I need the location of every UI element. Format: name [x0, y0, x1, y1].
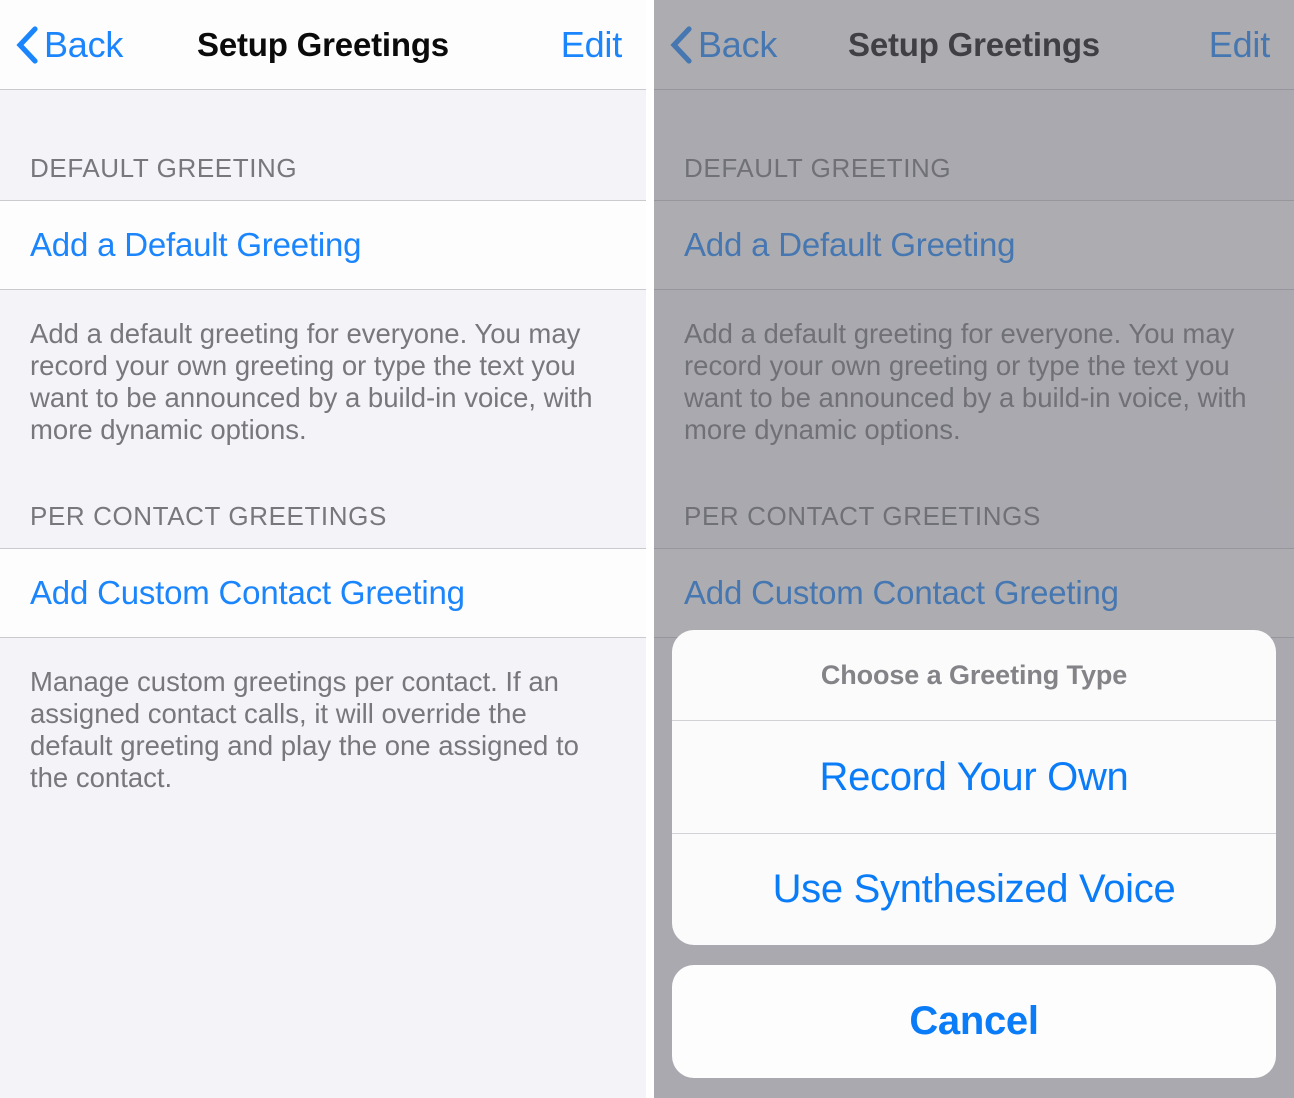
section-header-default-greeting: DEFAULT GREETING [684, 153, 952, 183]
default-greeting-footnote: Add a default greeting for everyone. You… [684, 318, 1247, 445]
edit-button-dimmed: Edit [1208, 23, 1270, 65]
phone-screen-left: Back Setup Greetings Edit DEFAULT GREETI… [0, 0, 646, 1098]
per-contact-greetings-footnote: Manage custom greetings per contact. If … [30, 666, 579, 793]
action-sheet-group: Choose a Greeting Type Record Your Own U… [672, 630, 1276, 945]
section-header-per-contact-greetings: PER CONTACT GREETINGS [684, 501, 1041, 531]
screenshot-stage: Back Setup Greetings Edit DEFAULT GREETI… [0, 0, 1294, 1098]
section-header-per-contact-greetings: PER CONTACT GREETINGS [30, 501, 387, 531]
section-header-default-greeting: DEFAULT GREETING [30, 153, 298, 183]
use-synthesized-voice-button[interactable]: Use Synthesized Voice [672, 833, 1276, 945]
add-custom-contact-greeting-label: Add Custom Contact Greeting [684, 574, 1119, 611]
add-custom-contact-greeting-row[interactable]: Add Custom Contact Greeting [0, 548, 646, 638]
action-sheet-title: Choose a Greeting Type [672, 630, 1276, 721]
add-default-greeting-label: Add a Default Greeting [30, 226, 362, 263]
cancel-button[interactable]: Cancel [672, 965, 1276, 1078]
add-default-greeting-row[interactable]: Add a Default Greeting [0, 200, 646, 290]
add-custom-contact-greeting-label: Add Custom Contact Greeting [30, 574, 465, 611]
add-custom-contact-greeting-row-dimmed: Add Custom Contact Greeting [654, 548, 1294, 638]
settings-list-left: DEFAULT GREETING Add a Default Greeting … [0, 90, 646, 794]
record-your-own-button[interactable]: Record Your Own [672, 721, 1276, 833]
phone-screen-right: Back Setup Greetings Edit DEFAULT GREETI… [654, 0, 1294, 1098]
add-default-greeting-label: Add a Default Greeting [684, 226, 1016, 263]
edit-button[interactable]: Edit [561, 0, 622, 89]
page-title: Setup Greetings [197, 25, 449, 63]
page-title: Setup Greetings [848, 25, 1100, 63]
add-default-greeting-row-dimmed: Add a Default Greeting [654, 200, 1294, 290]
default-greeting-footnote: Add a default greeting for everyone. You… [30, 318, 593, 445]
navigation-bar-right: Back Setup Greetings Edit [654, 0, 1294, 90]
navigation-bar-left: Back Setup Greetings Edit [0, 0, 646, 90]
action-sheet: Choose a Greeting Type Record Your Own U… [672, 630, 1276, 1078]
